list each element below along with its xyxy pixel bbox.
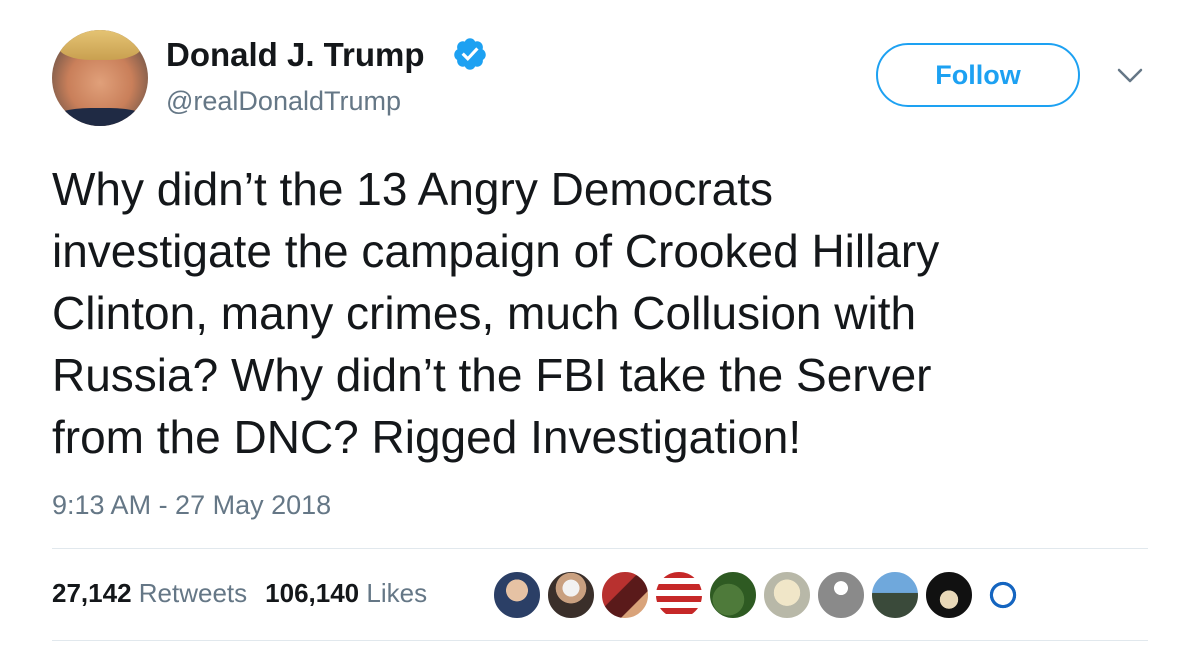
liker-avatar[interactable] [708,570,758,620]
tweet-stats: 27,142 Retweets 106,140 Likes [52,578,427,609]
retweets-stat[interactable]: 27,142 Retweets [52,578,247,608]
author-avatar[interactable] [52,30,148,126]
likes-count: 106,140 [265,578,360,608]
liker-avatar[interactable] [924,570,974,620]
liker-avatar[interactable] [492,570,542,620]
divider [52,640,1148,641]
tweet-card: Donald J. Trump @realDonaldTrump Follow … [0,0,1200,655]
liker-avatar[interactable] [816,570,866,620]
liker-avatar[interactable] [600,570,650,620]
tweet-text: Why didn’t the 13 Angry Democrats invest… [52,163,940,463]
avatar-hair [58,30,142,60]
retweets-count: 27,142 [52,578,132,608]
liker-avatar[interactable] [762,570,812,620]
liker-avatars [492,570,1028,622]
liker-avatar[interactable] [546,570,596,620]
avatar-suit [52,108,148,126]
chevron-down-icon[interactable] [1116,66,1144,86]
tweet-timestamp[interactable]: 9:13 AM - 27 May 2018 [52,490,331,521]
verified-badge-icon [454,38,486,70]
likes-stat[interactable]: 106,140 Likes [265,578,427,608]
likes-label: Likes [366,578,428,608]
author-display-name[interactable]: Donald J. Trump [166,36,425,74]
author-handle[interactable]: @realDonaldTrump [166,86,401,117]
liker-avatar[interactable] [978,570,1028,620]
divider [52,548,1148,549]
liker-avatar[interactable] [654,570,704,620]
retweets-label: Retweets [138,578,248,608]
follow-button[interactable]: Follow [876,43,1080,107]
liker-avatar[interactable] [870,570,920,620]
